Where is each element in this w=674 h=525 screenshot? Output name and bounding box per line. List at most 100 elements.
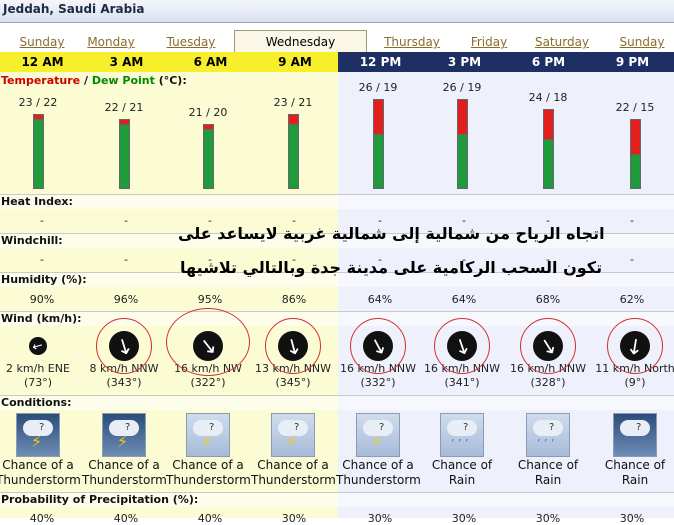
- dew-point-bar: [543, 139, 554, 189]
- time-9pm: 9 PM: [590, 52, 674, 72]
- temp-dew-label: 23 / 22: [18, 96, 58, 109]
- dew-point-bar: [630, 154, 641, 189]
- condition-text: Chance of a: [172, 458, 244, 472]
- time-3pm: 3 PM: [422, 52, 507, 72]
- temp-dew-label: 24 / 18: [528, 91, 568, 104]
- precip-value: 30%: [281, 512, 307, 525]
- tab-saturday[interactable]: Saturday: [520, 32, 604, 52]
- wind-degrees: (343°): [106, 376, 142, 389]
- heat-index-header: Heat Index:: [1, 195, 73, 208]
- temperature-bar: [373, 99, 384, 135]
- dew-point-bar: [288, 124, 299, 189]
- wind-header: Wind (km/h):: [1, 312, 82, 325]
- raindrops-icon: ’ ’ ’: [537, 437, 555, 450]
- temperature-bar: [630, 119, 641, 155]
- temp-dew-label: 26 / 19: [442, 81, 482, 94]
- location-title-bar: Jeddah, Saudi Arabia: [0, 0, 674, 23]
- location-title: Jeddah, Saudi Arabia: [3, 2, 145, 16]
- lightning-icon: ⚡: [201, 432, 213, 451]
- precip-value: 40%: [113, 512, 139, 525]
- temperature-label: Temperature: [1, 74, 81, 87]
- rain-icon: ? ’ ’ ’: [526, 413, 570, 457]
- tab-friday[interactable]: Friday: [447, 32, 531, 52]
- thunderstorm-icon: ? ⚡: [186, 413, 230, 457]
- tab-tuesday[interactable]: Tuesday: [149, 32, 233, 52]
- dew-point-bar: [119, 124, 130, 189]
- temp-dew-label: 26 / 19: [358, 81, 398, 94]
- thunderstorm-icon: ? ⚡: [16, 413, 60, 457]
- condition-text: Chance of a: [257, 458, 329, 472]
- tab-wednesday[interactable]: Wednesday: [234, 30, 367, 53]
- temperature-separator: /: [80, 74, 92, 87]
- rain-icon: ? ’ ’ ’: [440, 413, 484, 457]
- lightning-icon: ⚡: [286, 432, 298, 451]
- condition-text: Chance of: [604, 458, 666, 472]
- temperature-bar: [543, 109, 554, 140]
- question-mark-icon: ?: [636, 422, 642, 433]
- condition-text: Chance of a: [342, 458, 414, 472]
- condition-text: Thunderstorm: [82, 473, 167, 487]
- windchill-value: -: [40, 253, 44, 266]
- condition-text: Rain: [621, 473, 649, 487]
- day-tabs: Sunday Monday Tuesday Wednesday Thursday…: [0, 30, 674, 53]
- condition-text: Thunderstorm: [251, 473, 336, 487]
- annotation-circle: [350, 318, 406, 374]
- question-mark-icon: ?: [463, 422, 469, 433]
- time-6pm: 6 PM: [506, 52, 591, 72]
- wind-degrees: (332°): [360, 376, 396, 389]
- precip-value: 30%: [367, 512, 393, 525]
- windchill-value: -: [124, 253, 128, 266]
- conditions-header: Conditions:: [1, 396, 72, 409]
- condition-text: Thunderstorm: [336, 473, 421, 487]
- heat-index-value: -: [40, 214, 44, 227]
- annotation-circle: [166, 308, 250, 376]
- temp-dew-label: 22 / 21: [104, 101, 144, 114]
- time-6am: 6 AM: [168, 52, 253, 72]
- wind-degrees: (345°): [275, 376, 311, 389]
- humidity-value: 62%: [619, 293, 645, 306]
- temp-dew-label: 23 / 21: [273, 96, 313, 109]
- tab-thursday[interactable]: Thursday: [370, 32, 454, 52]
- rain-icon: ? ’ ’ ’: [613, 413, 657, 457]
- lightning-icon: ⚡: [371, 432, 383, 451]
- annotation-circle: [434, 318, 490, 374]
- condition-text: Chance of a: [2, 458, 74, 472]
- time-9am: 9 AM: [252, 52, 338, 72]
- precip-value: 30%: [619, 512, 645, 525]
- condition-text: Chance of: [517, 458, 579, 472]
- dew-point-bar: [373, 134, 384, 189]
- thunderstorm-icon: ? ⚡: [102, 413, 146, 457]
- humidity-value: 96%: [113, 293, 139, 306]
- humidity-value: 64%: [367, 293, 393, 306]
- temperature-bar: [457, 99, 468, 135]
- condition-text: Thunderstorm: [166, 473, 251, 487]
- dew-point-bar: [203, 129, 214, 189]
- dew-point-bar: [457, 134, 468, 189]
- wind-direction-icon: ↑: [29, 337, 47, 355]
- annotation-circle: [520, 318, 576, 374]
- humidity-value: 90%: [29, 293, 55, 306]
- condition-text: Chance of a: [88, 458, 160, 472]
- temp-dew-label: 21 / 20: [188, 106, 228, 119]
- cloud-icon: [620, 420, 650, 436]
- condition-text: Rain: [448, 473, 476, 487]
- annotation-circle: [96, 318, 152, 374]
- tab-monday[interactable]: Monday: [69, 32, 153, 52]
- annotation-circle: [265, 318, 321, 374]
- windchill-value: -: [630, 253, 634, 266]
- cloud-icon: [533, 420, 563, 436]
- raindrops-icon: ’ ’ ’: [451, 437, 469, 450]
- temperature-unit: (°C):: [154, 74, 187, 87]
- wind-speed: 2 km/h ENE: [6, 362, 70, 375]
- precip-value: 40%: [197, 512, 223, 525]
- tab-sunday-next[interactable]: Sunday: [600, 32, 674, 52]
- precip-header: Probability of Precipitation (%):: [1, 493, 199, 506]
- humidity-value: 64%: [451, 293, 477, 306]
- time-3am: 3 AM: [84, 52, 169, 72]
- dew-point-bar: [33, 119, 44, 189]
- cloud-icon: [447, 420, 477, 436]
- condition-text: Rain: [534, 473, 562, 487]
- annotation-line-2: تكون السحب الركامية على مدينة جدة وبالتا…: [180, 258, 603, 277]
- precip-value: 30%: [451, 512, 477, 525]
- annotation-circle: [607, 318, 663, 374]
